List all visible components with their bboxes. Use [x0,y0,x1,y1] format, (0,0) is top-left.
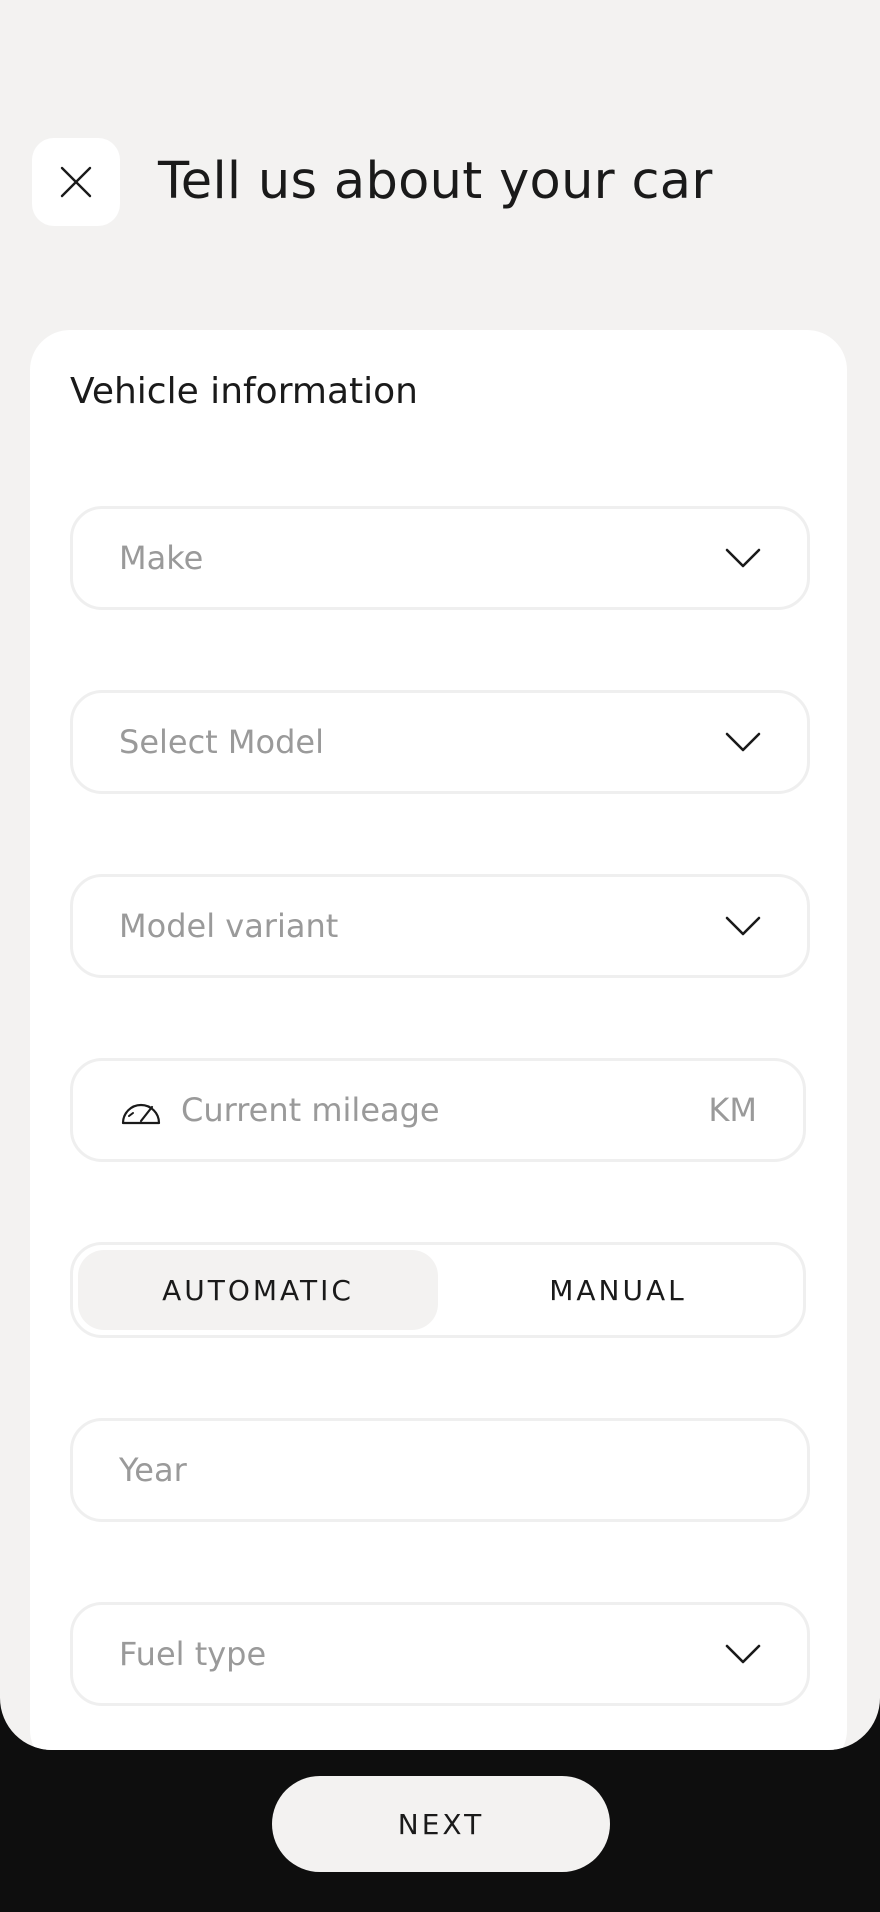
chevron-down-icon [725,1644,761,1664]
year-placeholder: Year [119,1451,187,1489]
model-variant-placeholder: Model variant [119,907,339,945]
close-button[interactable] [32,138,120,226]
page-title: Tell us about your car [158,152,713,211]
mileage-input[interactable]: Current mileage KM [70,1058,806,1162]
make-select[interactable]: Make [70,506,810,610]
section-title: Vehicle information [70,371,418,412]
speedometer-icon [121,1103,161,1125]
transmission-option-automatic[interactable]: AUTOMATIC [78,1250,438,1330]
fuel-type-select[interactable]: Fuel type [70,1602,810,1706]
model-placeholder: Select Model [119,723,324,761]
make-placeholder: Make [119,539,204,577]
vehicle-info-card: Vehicle information Make Select Model Mo… [30,330,847,1750]
mileage-placeholder: Current mileage [181,1091,440,1129]
next-button[interactable]: NEXT [272,1776,610,1872]
model-select[interactable]: Select Model [70,690,810,794]
model-variant-select[interactable]: Model variant [70,874,810,978]
year-input[interactable]: Year [70,1418,810,1522]
chevron-down-icon [725,732,761,752]
transmission-option-manual[interactable]: MANUAL [438,1250,798,1330]
fuel-type-placeholder: Fuel type [119,1635,267,1673]
chevron-down-icon [725,916,761,936]
form-sheet: Tell us about your car Vehicle informati… [0,0,880,1750]
chevron-down-icon [725,548,761,568]
mileage-unit: KM [708,1091,757,1129]
transmission-toggle: AUTOMATIC MANUAL [70,1242,806,1338]
close-icon [60,166,92,198]
